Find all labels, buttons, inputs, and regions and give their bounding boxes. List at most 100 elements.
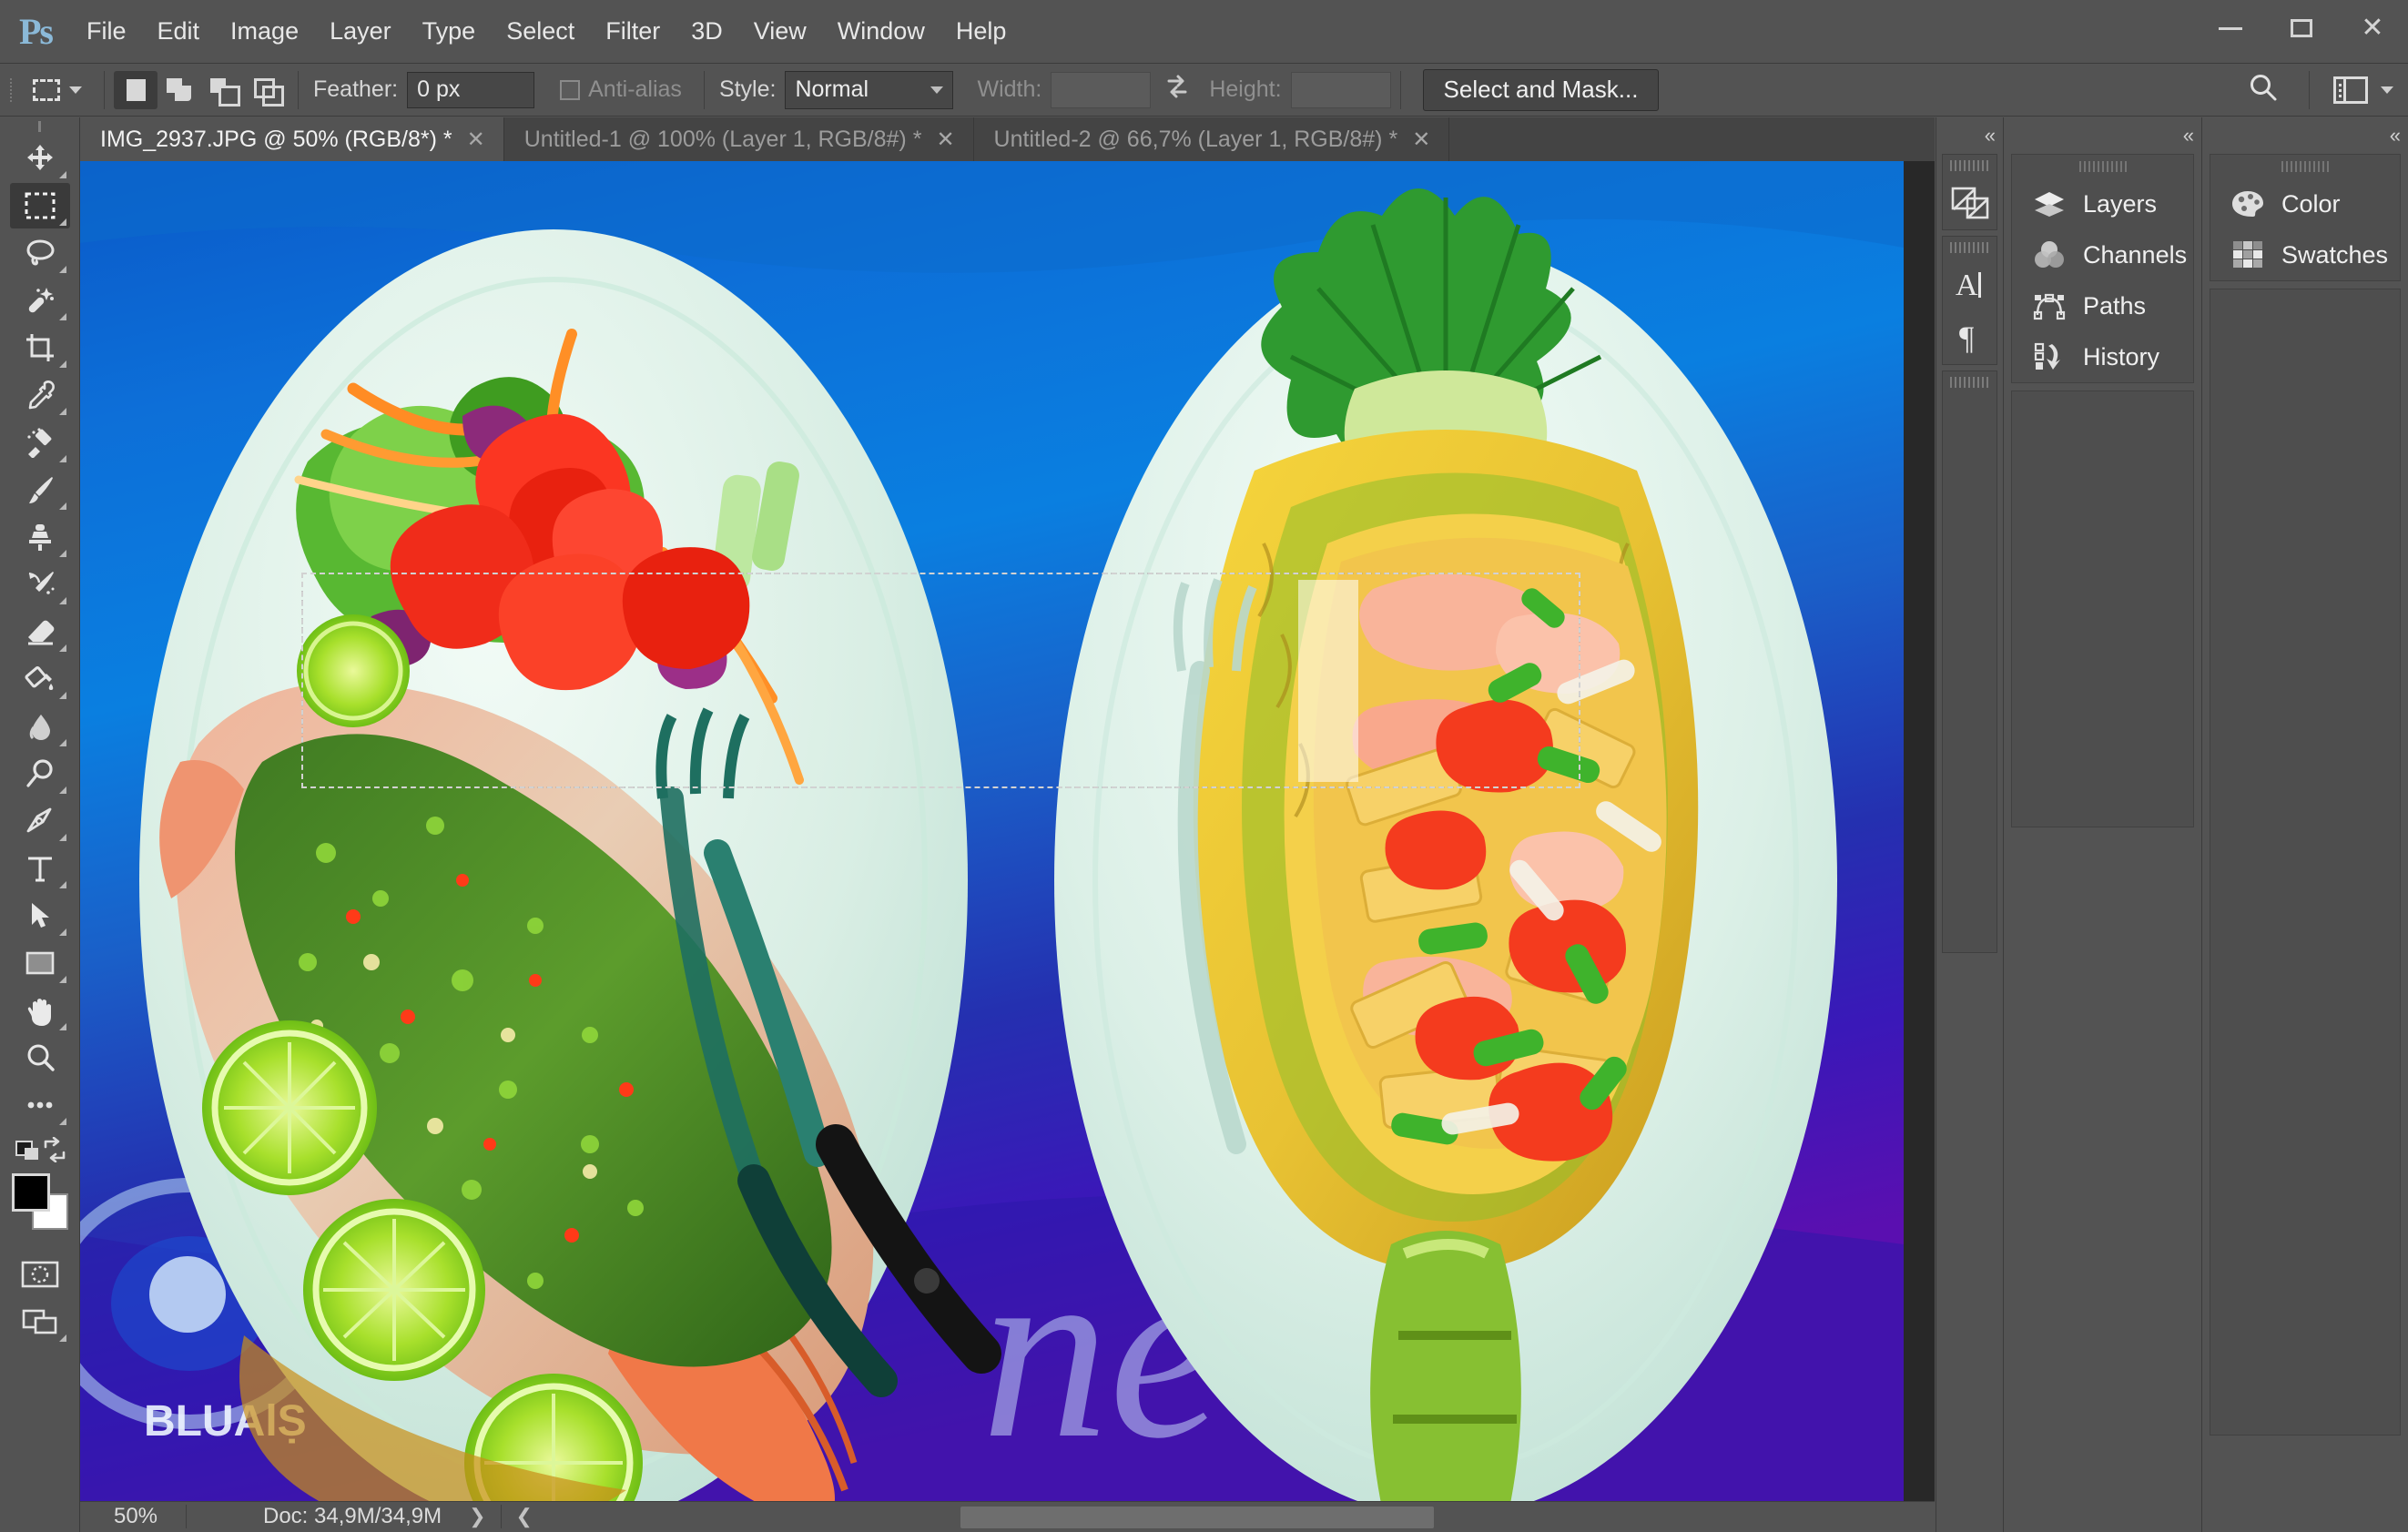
width-input[interactable]	[1051, 71, 1152, 108]
blur-tool[interactable]	[10, 704, 70, 749]
minimize-icon	[2219, 26, 2242, 30]
tool-preset-picker[interactable]	[16, 78, 95, 101]
horizontal-type-tool[interactable]	[10, 846, 70, 891]
panel-tab-layers[interactable]: Layers	[2012, 178, 2193, 229]
close-icon[interactable]: ✕	[936, 127, 954, 153]
gradient-tool[interactable]	[10, 656, 70, 702]
eraser-tool[interactable]	[10, 609, 70, 654]
close-icon[interactable]: ✕	[467, 127, 485, 153]
panel-tab-paths[interactable]: Paths	[2012, 280, 2193, 331]
channels-icon	[2032, 240, 2067, 269]
dodge-tool[interactable]	[10, 751, 70, 796]
panel-tab-history[interactable]: History	[2012, 331, 2193, 382]
paragraph-panel-icon[interactable]: ¶	[1943, 311, 1997, 364]
panel-grip[interactable]	[2210, 155, 2400, 178]
move-tool[interactable]	[10, 136, 70, 181]
swap-width-height-icon[interactable]	[1151, 73, 1204, 107]
default-foreground-background-icon[interactable]	[15, 1141, 39, 1161]
crop-tool[interactable]	[10, 325, 70, 370]
panel-grip[interactable]	[1943, 237, 1997, 259]
history-brush-tool[interactable]	[10, 562, 70, 607]
canvas-area[interactable]: BLUAlṢ ne fe	[80, 161, 1935, 1501]
character-panel-icon[interactable]: A	[1943, 259, 1997, 311]
maximize-button[interactable]	[2266, 0, 2337, 56]
close-button[interactable]: ✕	[2337, 0, 2408, 56]
divider	[703, 70, 705, 109]
foreground-color-swatch[interactable]	[11, 1173, 50, 1212]
path-selection-tool[interactable]	[10, 893, 70, 938]
foreground-background-color[interactable]	[10, 1172, 70, 1232]
menu-edit[interactable]: Edit	[142, 0, 216, 64]
quick-selection-tool[interactable]	[10, 278, 70, 323]
new-selection-button[interactable]	[114, 70, 157, 109]
menu-select[interactable]: Select	[491, 0, 590, 64]
brush-tool[interactable]	[10, 467, 70, 512]
edit-toolbar-tool[interactable]	[10, 1082, 70, 1128]
layers-icon	[2032, 190, 2067, 218]
eyedropper-tool[interactable]	[10, 372, 70, 418]
status-expand-arrow-icon[interactable]: ❯	[465, 1505, 500, 1528]
add-to-selection-button[interactable]	[157, 71, 201, 109]
document-tab-2[interactable]: Untitled-2 @ 66,7% (Layer 1, RGB/8#) * ✕	[973, 117, 1450, 161]
panel-tab-channels[interactable]: Channels	[2012, 229, 2193, 280]
height-input[interactable]	[1290, 71, 1391, 108]
minimize-button[interactable]	[2195, 0, 2266, 56]
collapse-panels-button[interactable]: «	[1936, 117, 2003, 154]
rectangular-marquee-tool[interactable]	[9, 183, 70, 228]
tools-panel-grip[interactable]	[0, 117, 79, 136]
horizontal-scroll-thumb[interactable]	[960, 1507, 1434, 1528]
menu-filter[interactable]: Filter	[590, 0, 676, 64]
divider	[1399, 70, 1401, 109]
options-bar-grip[interactable]	[5, 71, 16, 109]
zoom-level[interactable]: 50%	[80, 1504, 186, 1529]
rectangular-marquee-icon	[33, 78, 60, 101]
panel-grip[interactable]	[1943, 155, 1997, 177]
collapse-panels-button[interactable]: «	[2202, 117, 2408, 154]
subtract-from-selection-button[interactable]	[201, 71, 245, 109]
clone-stamp-tool[interactable]	[10, 514, 70, 560]
document-tab-0[interactable]: IMG_2937.JPG @ 50% (RGB/8*) * ✕	[80, 117, 504, 161]
document-image[interactable]: BLUAlṢ ne fe	[80, 161, 1904, 1501]
search-icon[interactable]	[2227, 72, 2300, 109]
panel-tab-swatches[interactable]: Swatches	[2210, 229, 2400, 280]
document-tab-1[interactable]: Untitled-1 @ 100% (Layer 1, RGB/8#) * ✕	[503, 117, 974, 161]
adjustments-panel-icon[interactable]	[1943, 177, 1997, 229]
divider	[104, 70, 105, 109]
menu-file[interactable]: File	[71, 0, 142, 64]
collapse-panels-button[interactable]: «	[2004, 117, 2201, 154]
select-and-mask-button[interactable]: Select and Mask...	[1422, 68, 1660, 111]
collapsed-group-type: A ¶	[1942, 236, 1997, 365]
anti-alias-checkbox[interactable]: Anti-alias	[534, 76, 695, 103]
scroll-left-arrow-icon[interactable]: ❮	[502, 1505, 547, 1528]
panel-tab-color[interactable]: Color	[2210, 178, 2400, 229]
menu-type[interactable]: Type	[407, 0, 492, 64]
hand-tool[interactable]	[10, 988, 70, 1033]
panel-grip[interactable]	[1943, 371, 1997, 393]
zoom-tool[interactable]	[10, 1035, 70, 1081]
panel-grip[interactable]	[2012, 155, 2193, 178]
swatches-grid-icon	[2230, 240, 2265, 269]
tool-flyout-indicator	[58, 266, 66, 273]
close-icon[interactable]: ✕	[1412, 127, 1430, 153]
feather-label: Feather:	[313, 76, 399, 102]
menu-view[interactable]: View	[738, 0, 822, 64]
chevron-down-icon	[930, 86, 944, 94]
style-select[interactable]: Normal	[785, 70, 954, 109]
pen-tool[interactable]	[10, 798, 70, 844]
workspace-switcher[interactable]	[2319, 76, 2393, 104]
menu-window[interactable]: Window	[822, 0, 940, 64]
feather-input[interactable]: 0 px	[407, 71, 535, 108]
spot-healing-brush-tool[interactable]	[10, 420, 70, 465]
rectangle-tool[interactable]	[10, 940, 70, 986]
menu-help[interactable]: Help	[940, 0, 1022, 64]
menu-layer[interactable]: Layer	[314, 0, 407, 64]
swap-foreground-background-icon[interactable]	[41, 1136, 68, 1169]
lasso-tool[interactable]	[10, 230, 70, 276]
screen-mode-button[interactable]	[10, 1299, 70, 1344]
intersect-with-selection-button[interactable]	[245, 71, 289, 109]
anti-alias-label: Anti-alias	[588, 76, 682, 102]
menu-image[interactable]: Image	[215, 0, 314, 64]
quick-mask-mode-button[interactable]	[10, 1252, 70, 1297]
menu-3d[interactable]: 3D	[676, 0, 738, 64]
style-label: Style:	[718, 76, 777, 102]
